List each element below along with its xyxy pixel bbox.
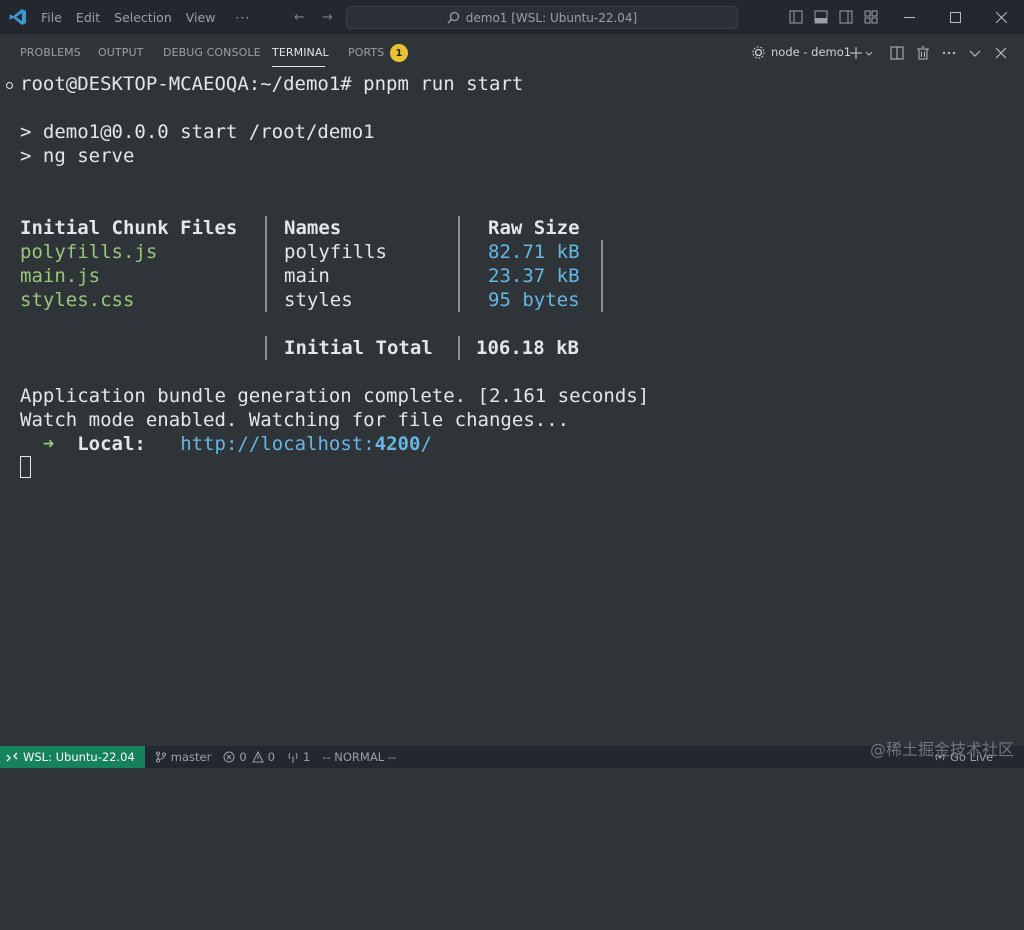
back-arrow-icon[interactable]: ← [290,10,308,25]
error-count: 0 [239,750,247,764]
toggle-secondary-sidebar-icon[interactable] [838,9,854,25]
new-terminal-icon[interactable] [850,44,874,62]
watermark: @稀土掘金技术社区 [869,740,1014,759]
terminal-instance-selector[interactable]: node - demo1 [752,45,851,59]
collapse-panel-chevron-icon[interactable] [968,44,982,62]
remote-label: WSL: Ubuntu-22.04 [23,750,135,764]
table-header-files: Initial Chunk Files [20,217,238,239]
shell-prompt: root@DESKTOP-MCAEOQA:~/demo1# [20,73,364,95]
watch-mode-message: Watch mode enabled. Watching for file ch… [20,409,570,431]
command-center-search[interactable]: demo1 [WSL: Ubuntu-22.04] [346,6,738,29]
table-total-value: 106.18 kB [476,337,579,359]
warning-count: 0 [267,750,275,764]
table-row-file: styles.css [20,289,135,311]
terminal-gear-icon [752,45,765,59]
tab-problems[interactable]: PROBLEMS [20,46,81,59]
toggle-panel-icon[interactable] [813,9,829,25]
customize-layout-icon[interactable] [863,9,879,25]
command-line: root@DESKTOP-MCAEOQA:~/demo1# pnpm run s… [20,72,523,96]
window-controls [886,0,1024,34]
ports-count-badge: 1 [390,44,408,62]
terminal-output[interactable]: root@DESKTOP-MCAEOQA:~/demo1# pnpm run s… [0,72,1024,746]
table-separator [265,216,267,312]
vscode-logo-icon[interactable] [9,8,27,26]
tab-terminal[interactable]: TERMINAL [272,46,329,59]
table-header-raw-size: Raw Size [488,217,580,239]
command-center-label: demo1 [WSL: Ubuntu-22.04] [465,10,638,25]
table-row-name: styles [284,289,353,311]
terminal-cursor [20,456,31,478]
warning-icon [251,751,264,763]
minimize-icon[interactable] [886,0,932,34]
tab-debug-console[interactable]: DEBUG CONSOLE [163,46,261,59]
split-terminal-icon[interactable] [890,44,904,62]
arrow-icon: ➜ [42,433,55,455]
table-separator [458,336,460,360]
forward-arrow-icon[interactable]: → [318,10,336,25]
table-row-size: 95 bytes [488,289,580,311]
vim-mode-label: -- NORMAL -- [322,750,397,764]
menu-file[interactable]: File [41,10,62,25]
url-prefix: http://localhost: [180,433,375,455]
git-branch[interactable]: master [155,750,212,764]
table-separator [265,336,267,360]
bundle-complete-message: Application bundle generation complete. … [20,385,650,407]
title-bar: File Edit Selection View ··· ← → demo1 [… [0,0,1024,34]
remote-indicator[interactable]: WSL: Ubuntu-22.04 [0,746,145,768]
menu-view[interactable]: View [186,10,216,25]
active-tab-indicator [272,66,325,67]
close-panel-icon[interactable] [994,44,1008,62]
layout-controls [788,9,888,25]
menu-more-icon[interactable]: ··· [235,10,250,25]
tab-ports[interactable]: PORTS [348,46,384,59]
table-row-name: main [284,265,330,287]
table-row-file: polyfills.js [20,241,158,263]
close-window-icon[interactable] [978,0,1024,34]
local-url-link[interactable]: http://localhost:4200/ [180,433,432,455]
terminal-name-label: node - demo1 [771,45,852,59]
more-actions-icon[interactable] [942,44,956,62]
table-row-file: main.js [20,265,101,287]
vim-mode-indicator: -- NORMAL -- [322,750,396,764]
local-url-line: ➜ Local: http://localhost:4200/ [20,432,432,456]
command-decoration-icon [6,82,13,89]
ports-count: 1 [303,750,311,764]
problems-counter[interactable]: 0 0 [223,750,275,764]
command-text: pnpm run start [363,73,524,95]
table-header-names: Names [284,217,342,239]
table-total-label: Initial Total [284,337,433,359]
branch-label: master [170,750,212,764]
url-port: 4200 [374,433,421,455]
script-line-2: > ng serve [20,145,135,167]
table-row-size: 82.71 kB [488,241,580,263]
tab-output[interactable]: OUTPUT [98,46,143,59]
menu-edit[interactable]: Edit [76,10,100,25]
script-line-1: > demo1@0.0.0 start /root/demo1 [20,121,375,143]
forwarded-ports[interactable]: 1 [287,750,310,764]
git-branch-icon [155,751,166,763]
url-suffix: / [420,433,432,455]
remote-icon [6,752,18,762]
table-separator [601,240,603,312]
kill-terminal-trash-icon[interactable] [916,44,930,62]
table-row-name: polyfills [284,241,387,263]
toggle-primary-sidebar-icon[interactable] [788,9,804,25]
table-separator [458,216,460,312]
table-row-size: 23.37 kB [488,265,580,287]
search-icon [447,11,459,24]
maximize-icon[interactable] [932,0,978,34]
local-label: Local: [77,433,146,455]
error-icon [223,751,235,763]
menu-selection[interactable]: Selection [114,10,172,25]
ports-antenna-icon [288,752,298,763]
